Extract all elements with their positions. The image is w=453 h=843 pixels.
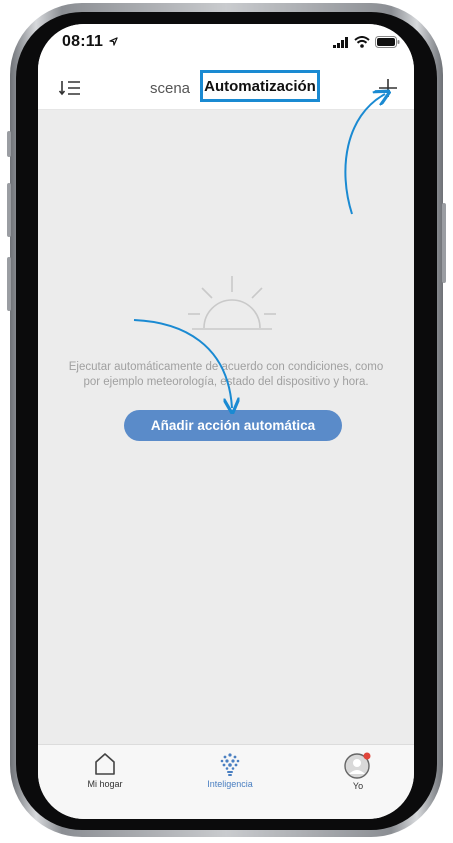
tab-label: Mi hogar <box>87 779 123 789</box>
app-screen: 08:11 scena Automatización Ejecutar auto… <box>38 24 414 819</box>
tab-automatizacion[interactable]: Automatización <box>200 70 320 102</box>
battery-icon <box>375 36 400 48</box>
plus-icon <box>379 79 397 97</box>
tab-scena[interactable]: scena <box>150 80 190 97</box>
status-bar: 08:11 <box>38 24 414 68</box>
sort-list-icon <box>58 81 80 96</box>
tab-label: Yo <box>352 781 364 791</box>
signal-icon <box>333 36 348 48</box>
status-time: 08:11 <box>62 33 118 51</box>
wifi-icon <box>354 36 370 48</box>
power-button <box>442 203 446 283</box>
add-automatic-action-button[interactable]: Añadir acción automática <box>124 410 342 441</box>
location-arrow-icon <box>109 37 118 46</box>
tab-inteligencia[interactable]: Inteligencia <box>190 751 270 789</box>
volume-down-button <box>7 257 11 311</box>
tab-label: Inteligencia <box>207 779 253 789</box>
bottom-tab-bar: Mi hogar Inteligencia Yo <box>38 744 414 819</box>
description-line: Ejecutar automáticamente de acuerdo con … <box>68 361 384 373</box>
add-automation-button[interactable] <box>376 76 400 100</box>
smart-bulb-icon <box>220 753 240 776</box>
tab-yo[interactable]: Yo <box>318 751 398 791</box>
tab-mi-hogar[interactable]: Mi hogar <box>65 751 145 789</box>
sort-button[interactable] <box>58 78 82 100</box>
top-nav-bar: scena Automatización <box>38 68 414 110</box>
notification-dot <box>363 752 371 760</box>
status-icons <box>333 36 400 48</box>
description-line: por ejemplo meteorología, estado del dis… <box>83 376 369 388</box>
sunrise-icon <box>188 276 276 330</box>
user-avatar-icon <box>344 752 371 779</box>
mute-switch <box>7 131 11 157</box>
home-icon <box>95 753 115 775</box>
empty-state-description: Ejecutar automáticamente de acuerdo con … <box>44 360 408 390</box>
volume-up-button <box>7 183 11 237</box>
